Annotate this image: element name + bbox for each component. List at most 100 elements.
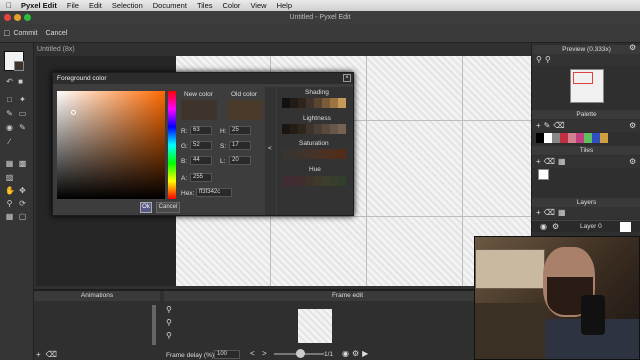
- frame-zoom-out-icon[interactable]: ⚲: [166, 318, 172, 327]
- frame-fit-icon[interactable]: ⚲: [166, 331, 172, 340]
- layer-settings-icon[interactable]: ⚙: [552, 222, 559, 231]
- preview-viewport[interactable]: [573, 72, 593, 84]
- commit-button[interactable]: Commit: [13, 30, 37, 37]
- dialog-cancel-button[interactable]: Cancel: [156, 202, 180, 213]
- hex-field[interactable]: ff3f342c: [196, 188, 232, 197]
- onion-skin-icon[interactable]: ◉: [342, 349, 352, 358]
- tiles-gear-icon[interactable]: ⚙: [629, 157, 636, 166]
- menu-file[interactable]: File: [62, 1, 84, 10]
- palette-gear-icon[interactable]: ⚙: [629, 121, 636, 130]
- grid-icon[interactable]: ▦: [5, 212, 14, 221]
- eyedropper-icon[interactable]: ∕: [5, 137, 14, 146]
- add-color-icon[interactable]: +: [536, 121, 544, 130]
- delete-layer-icon[interactable]: ⌫: [544, 208, 558, 217]
- frame-counter: 1/1: [324, 351, 334, 358]
- lightness-swatches[interactable]: [282, 124, 346, 134]
- frame-tools: ◉⚙▶: [342, 349, 371, 358]
- delete-tile-icon[interactable]: ⌫: [544, 157, 558, 166]
- brush-icon[interactable]: ✎: [18, 123, 27, 132]
- frame-settings-icon[interactable]: ⚙: [352, 349, 362, 358]
- menu-help[interactable]: Help: [272, 1, 297, 10]
- hue-swatches[interactable]: [282, 176, 346, 186]
- menu-app[interactable]: Pyxel Edit: [16, 1, 62, 10]
- picker-cursor[interactable]: [71, 110, 76, 115]
- h-field[interactable]: 25: [229, 126, 251, 135]
- document-tab[interactable]: Untitled (8x): [34, 44, 94, 55]
- zoom-out-icon[interactable]: ⚲: [545, 55, 554, 64]
- r-field[interactable]: 63: [190, 126, 212, 135]
- layer-name[interactable]: Layer 0: [580, 223, 602, 230]
- palette-delete-icon[interactable]: ⌫: [553, 121, 567, 130]
- menu-bar:  Pyxel Edit File Edit Selection Documen…: [0, 0, 640, 11]
- grid-line: [366, 56, 367, 286]
- menu-view[interactable]: View: [245, 1, 271, 10]
- move-icon[interactable]: ✥: [18, 186, 27, 195]
- g-field[interactable]: 52: [190, 141, 212, 150]
- shading-swatches[interactable]: [282, 98, 346, 108]
- new-color-label: New color: [184, 91, 213, 98]
- fill-icon[interactable]: ◉: [5, 123, 14, 132]
- menu-edit[interactable]: Edit: [84, 1, 107, 10]
- frame-delay-label: Frame delay (%): [166, 352, 215, 359]
- saturation-swatches[interactable]: [282, 149, 346, 159]
- collapse-arrow-icon[interactable]: <: [268, 145, 272, 152]
- rotate-icon[interactable]: ⟳: [18, 199, 27, 208]
- dialog-close-icon[interactable]: ×: [343, 74, 351, 82]
- tile-copy-icon[interactable]: ▦: [558, 157, 569, 166]
- tile-icon[interactable]: ▦: [5, 159, 14, 168]
- layer-visibility-icon[interactable]: ◉: [540, 222, 547, 231]
- settings-gear-icon[interactable]: ⚙: [629, 43, 636, 52]
- frame-slider-thumb[interactable]: [296, 349, 305, 358]
- menu-tiles[interactable]: Tiles: [192, 1, 218, 10]
- cancel-selection-button[interactable]: Cancel: [46, 30, 68, 37]
- prev-frame-icon[interactable]: <: [250, 349, 255, 358]
- zoom-in-icon[interactable]: ⚲: [536, 55, 545, 64]
- menu-document[interactable]: Document: [148, 1, 192, 10]
- secondary-color-swatch[interactable]: [14, 61, 24, 71]
- b-field[interactable]: 44: [190, 156, 212, 165]
- preview-thumbnail[interactable]: [570, 69, 604, 103]
- play-icon[interactable]: ▶: [362, 349, 371, 358]
- close-window-button[interactable]: [4, 14, 11, 21]
- menu-color[interactable]: Color: [218, 1, 246, 10]
- add-tile-icon[interactable]: +: [536, 157, 544, 166]
- menu-selection[interactable]: Selection: [107, 1, 148, 10]
- zoom-window-button[interactable]: [24, 14, 31, 21]
- old-color-swatch[interactable]: [227, 100, 263, 120]
- old-color-label: Old color: [231, 91, 258, 98]
- magic-wand-icon[interactable]: ✦: [18, 95, 27, 104]
- minimize-window-button[interactable]: [14, 14, 21, 21]
- ok-button[interactable]: Ok: [140, 202, 152, 213]
- add-animation-icon[interactable]: +: [36, 350, 46, 359]
- s-field[interactable]: 17: [229, 141, 251, 150]
- hue-slider[interactable]: [168, 91, 176, 199]
- tile-thumbnail[interactable]: [538, 169, 549, 180]
- tile-picker-icon[interactable]: ▩: [18, 159, 27, 168]
- saturation-value-picker[interactable]: [57, 91, 165, 199]
- pencil-icon[interactable]: ✎: [5, 109, 14, 118]
- zoom-icon[interactable]: ⚲: [5, 199, 14, 208]
- select-icon[interactable]: □: [5, 95, 14, 104]
- eraser-icon[interactable]: ▭: [18, 109, 27, 118]
- hand-icon[interactable]: ✋: [5, 186, 15, 195]
- tile-stamp-icon[interactable]: ▨: [5, 173, 14, 182]
- reset-colors-icon[interactable]: ■: [16, 77, 25, 86]
- frame-delay-field[interactable]: 100: [214, 350, 240, 359]
- variations-panel: Shading Lightness Saturation Hue: [277, 87, 353, 215]
- l-field[interactable]: 20: [229, 156, 251, 165]
- apple-icon[interactable]: : [0, 1, 16, 10]
- frame-icon[interactable]: ▢: [18, 212, 27, 221]
- frame-zoom-in-icon[interactable]: ⚲: [166, 305, 172, 314]
- frame-thumbnail[interactable]: [298, 309, 332, 343]
- animations-scrollbar[interactable]: [152, 305, 156, 345]
- layer-row[interactable]: ◉ ⚙ Layer 0: [532, 220, 640, 232]
- a-field[interactable]: 255: [190, 173, 212, 182]
- delete-animation-icon[interactable]: ⌫: [46, 350, 62, 359]
- add-layer-icon[interactable]: +: [536, 208, 544, 217]
- next-frame-icon[interactable]: >: [262, 349, 267, 358]
- duplicate-layer-icon[interactable]: ▦: [558, 208, 569, 217]
- palette-swatches[interactable]: [536, 133, 608, 143]
- swap-colors-icon[interactable]: ↶: [5, 77, 14, 86]
- palette-panel-title: Palette: [532, 110, 640, 119]
- palette-edit-icon[interactable]: ✎: [544, 121, 554, 130]
